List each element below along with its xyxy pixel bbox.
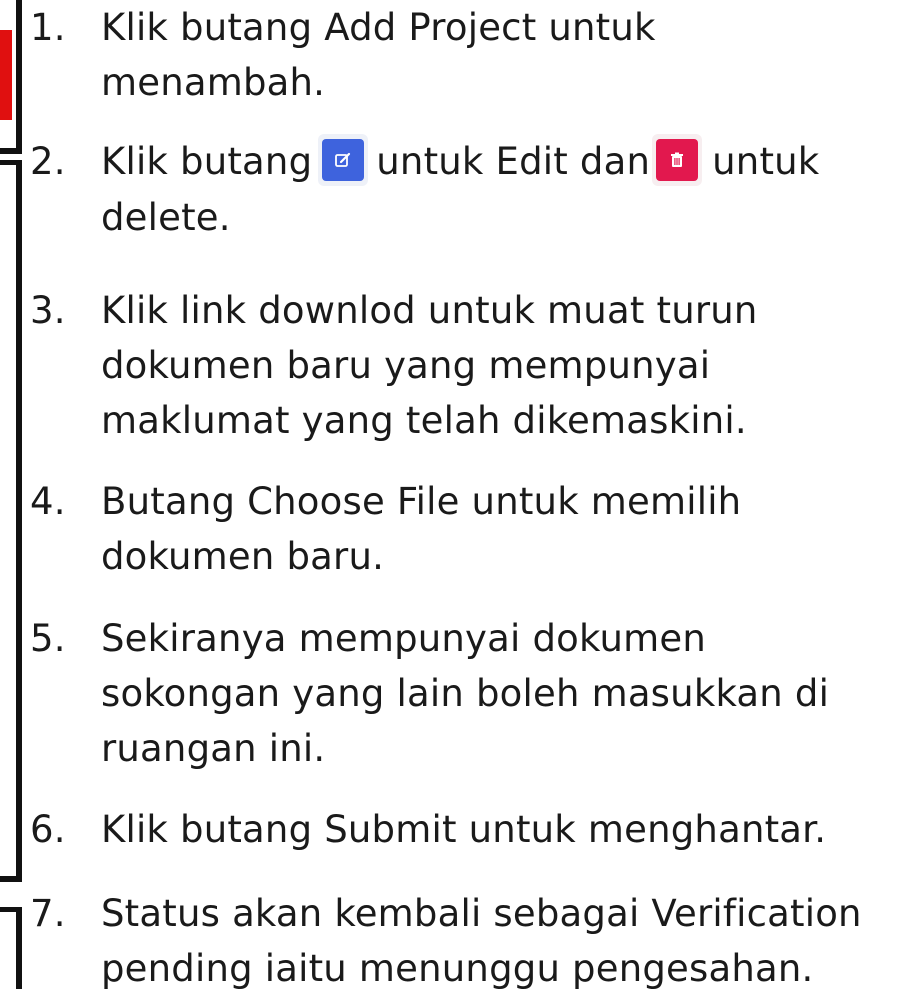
step-number: 2. — [30, 140, 66, 183]
step-line: Butang Choose File untuk memilih — [101, 480, 742, 523]
step-1: 1. Klik butang Add Project untuk menamba… — [30, 0, 910, 110]
delete-button-face — [656, 138, 699, 181]
step-text: Klik butang — [101, 140, 313, 183]
step-line: delete. — [101, 195, 231, 239]
step-line: Status akan kembali sebagai Verification — [101, 892, 862, 935]
step-2: 2. Klik butang untuk Edit dan untuk delete… — [30, 133, 910, 245]
step-number: 4. — [30, 480, 66, 523]
step-7: 7. Status akan kembali sebagai Verificat… — [30, 886, 910, 996]
instruction-list: 1. Klik butang Add Project untuk menamba… — [0, 0, 922, 990]
step-4: 4. Butang Choose File untuk memilih doku… — [30, 474, 910, 584]
delete-button-sample — [652, 133, 703, 186]
step-line: Klik link downlod untuk muat turun — [101, 289, 758, 332]
step-line: Klik butang Submit untuk menghantar. — [101, 808, 827, 851]
step-number: 1. — [30, 6, 66, 49]
edit-button-sample — [318, 133, 369, 186]
step-line: Klik butang Add Project untuk — [101, 6, 656, 49]
step-number: 7. — [30, 892, 66, 935]
step-line: sokongan yang lain boleh masukkan di — [101, 672, 830, 715]
step-line: menambah. — [101, 61, 326, 104]
step-6: 6. Klik butang Submit untuk menghantar. — [30, 802, 910, 857]
step-line: Klik butang untuk Edit dan untuk — [101, 133, 910, 190]
step-line: dokumen baru yang mempunyai — [101, 344, 711, 387]
step-number: 3. — [30, 289, 66, 332]
step-text: untuk Edit dan — [376, 140, 651, 183]
trash-icon — [671, 152, 684, 167]
step-number: 6. — [30, 808, 66, 851]
step-line: Sekiranya mempunyai dokumen — [101, 617, 706, 660]
step-line: pending iaitu menunggu pengesahan. — [101, 947, 814, 990]
step-text: untuk — [712, 140, 820, 183]
edit-icon — [335, 152, 351, 167]
step-line: dokumen baru. — [101, 535, 385, 578]
step-line: maklumat yang telah dikemaskini. — [101, 399, 747, 442]
step-3: 3. Klik link downlod untuk muat turun do… — [30, 283, 910, 448]
step-5: 5. Sekiranya mempunyai dokumen sokongan … — [30, 611, 910, 776]
step-number: 5. — [30, 617, 66, 660]
edit-button-face — [322, 138, 365, 181]
step-line: ruangan ini. — [101, 727, 326, 770]
